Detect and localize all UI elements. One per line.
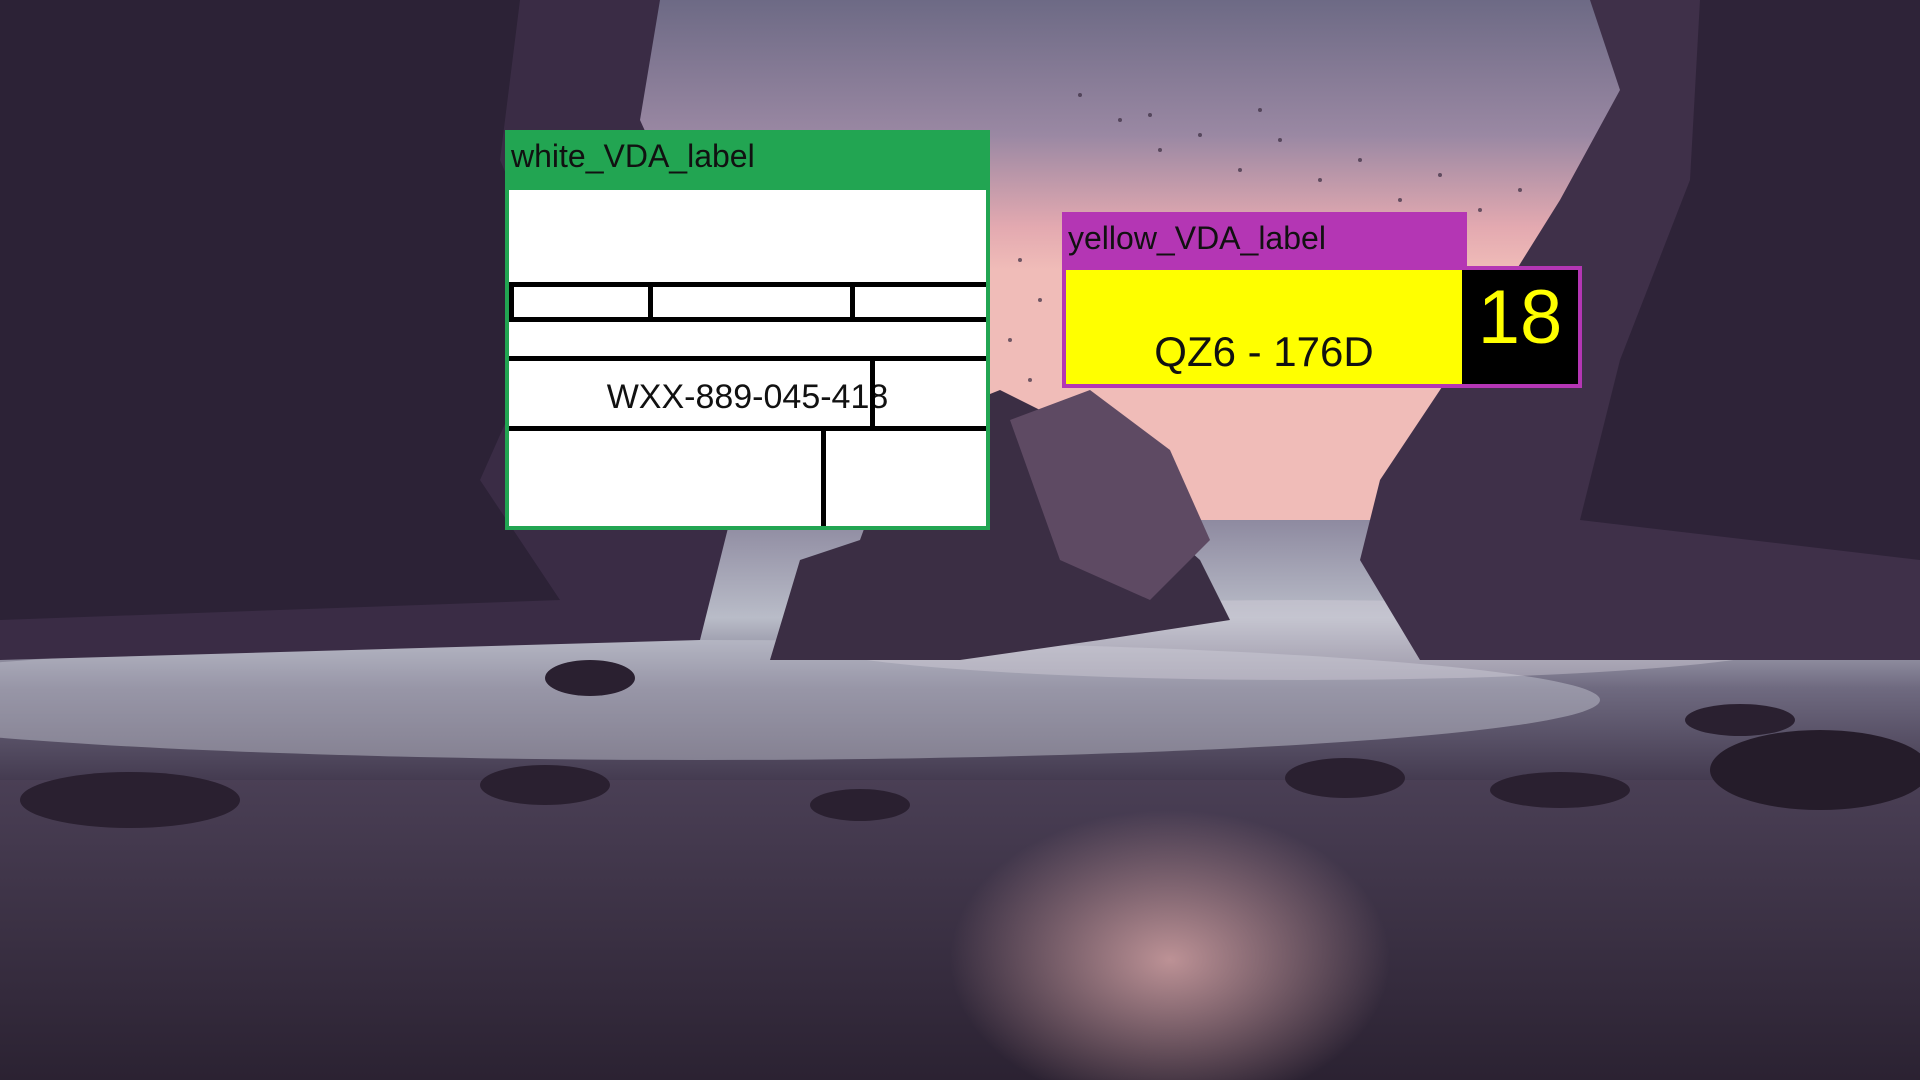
white-vda-label-annotation: white_VDA_label WXX-889-045-418 xyxy=(505,130,990,530)
annotation-tag-white: white_VDA_label xyxy=(505,130,990,188)
label-divider xyxy=(870,361,875,426)
label-divider xyxy=(648,287,653,317)
label-divider xyxy=(509,282,986,287)
label-black-area: 18 xyxy=(1462,270,1578,384)
label-divider xyxy=(509,426,986,431)
white-vda-label: WXX-889-045-418 xyxy=(509,190,986,526)
label-yellow-area: QZ6 - 176D xyxy=(1066,270,1462,384)
label-divider xyxy=(850,287,855,317)
label-divider xyxy=(509,287,514,317)
yellow-vda-label: QZ6 - 176D 18 xyxy=(1066,270,1578,384)
label-number: 18 xyxy=(1477,275,1563,360)
label-code: QZ6 - 176D xyxy=(1154,328,1374,375)
label-part-number: WXX-889-045-418 xyxy=(606,378,889,416)
yellow-vda-label-annotation: yellow_VDA_label QZ6 - 176D 18 xyxy=(1062,212,1582,388)
annotation-tag-yellow: yellow_VDA_label xyxy=(1062,212,1467,268)
label-divider xyxy=(509,356,986,361)
label-divider xyxy=(509,317,986,322)
label-divider xyxy=(821,431,826,526)
